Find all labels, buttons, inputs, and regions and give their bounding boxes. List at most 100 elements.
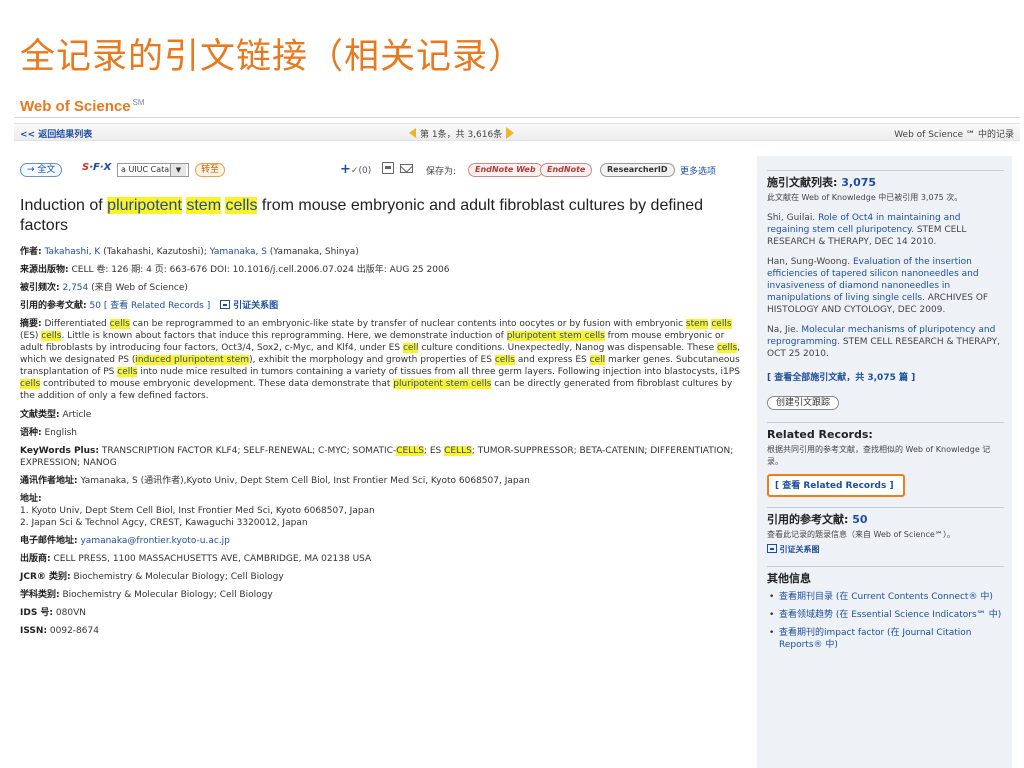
keyword-highlight: cells (716, 343, 738, 353)
field-label: JCR® 类别: (20, 572, 71, 582)
print-icon[interactable] (382, 162, 394, 174)
citation-map-icon[interactable] (767, 544, 777, 553)
keyword-highlight: pluripotent stem cells (506, 331, 605, 341)
endnote-button[interactable]: EndNote (540, 163, 593, 177)
record-pager: 第 1条，共 3,616条 (409, 127, 515, 140)
citing-item: Shi, Guilai. Role of Oct4 in maintaining… (767, 212, 1004, 248)
times-cited-link[interactable]: 2,754 (62, 283, 88, 293)
corresponding-address: Yamanaka, S (通讯作者),Kyoto Univ, Dept Stem… (77, 476, 530, 486)
field-label: 地址: (20, 494, 42, 504)
keyword-highlight: cells (41, 331, 62, 341)
citing-item: Na, Jie. Molecular mechanisms of pluripo… (767, 324, 1004, 360)
citing-author: Na, Jie. (767, 325, 802, 335)
view-related-records-button[interactable]: [ 查看 Related Records ] (767, 474, 905, 497)
citing-author: Han, Sung-Woong. (767, 257, 853, 267)
keyword-highlight: cell (402, 343, 419, 353)
field-label: 被引频次: (20, 283, 60, 293)
email-icon[interactable] (400, 164, 413, 173)
add-to-marked-list[interactable]: +✓(0) (340, 162, 371, 177)
view-all-citing-link[interactable]: [ 查看全部施引文献，共 3,075 篇 ] (767, 372, 1004, 384)
abstract-text: contributed to mouse embryonic developme… (40, 379, 394, 389)
language-value: English (41, 428, 77, 438)
address-line: 2. Japan Sci & Technol Agcy, CREST, Kawa… (20, 518, 308, 528)
keyword-highlight: cells (117, 367, 138, 377)
keyword-highlight: cells (109, 319, 130, 329)
title-highlight: stem (186, 197, 222, 214)
field-label: 来源出版物: (20, 265, 69, 275)
keywords-text: ; ES (423, 446, 445, 456)
publisher-value: CELL PRESS, 1100 MASSACHUSETTS AVE, CAMB… (50, 554, 372, 564)
list-item[interactable]: 查看期刊的impact factor (在 Journal Citation R… (769, 627, 1004, 651)
save-as-label: 保存为: (426, 167, 457, 177)
keyword-highlight: cells (20, 379, 41, 389)
list-item[interactable]: 查看期刊目录 (在 Current Contents Connect® 中) (769, 591, 1004, 603)
cited-refs-link[interactable]: 50 (89, 301, 100, 311)
author-link[interactable]: Takahashi, K (44, 247, 100, 257)
full-text-button[interactable]: → 全文 (20, 163, 63, 177)
next-record-icon[interactable] (506, 127, 515, 139)
times-cited-row: 被引频次: 2,754 (来自 Web of Science) (20, 282, 745, 294)
citing-count-link[interactable]: 3,075 (841, 176, 876, 189)
citing-item: Han, Sung-Woong. Evaluation of the inser… (767, 256, 1004, 316)
citation-map-icon[interactable] (220, 300, 231, 309)
cited-refs-row: 引用的参考文献: 50 [ 查看 Related Records ] 引证关系图 (20, 300, 745, 312)
article-title: Induction of pluripotent stem cells from… (20, 196, 745, 236)
abstract-text: (ES) (20, 331, 42, 341)
sidebar-divider (767, 507, 1004, 508)
email-row: 电子邮件地址: yamanaka@frontier.kyoto-u.ac.jp (20, 535, 745, 547)
plus-icon: + (340, 162, 351, 177)
doctype-row: 文献类型: Article (20, 409, 745, 421)
record-toolbar: → 全文 S·F·X a UIUC Catalog ▼ 转至 +✓(0) 保存为… (20, 162, 745, 180)
wos-logo[interactable]: Web of Science SM (20, 98, 145, 115)
field-label: 文献类型: (20, 410, 60, 420)
other-info-list: 查看期刊目录 (在 Current Contents Connect® 中) 查… (767, 591, 1004, 651)
abstract-text: and express ES (515, 355, 590, 365)
addresses-row: 地址: 1. Kyoto Univ, Dept Stem Cell Biol, I… (20, 493, 745, 529)
issn-value: 0092-8674 (47, 626, 99, 636)
cited-refs-count-link[interactable]: 50 (852, 513, 867, 526)
list-item[interactable]: 查看领域趋势 (在 Essential Science Indicators℠ … (769, 609, 1004, 621)
citation-map-link[interactable]: 引证关系图 (233, 301, 278, 311)
title-highlight: cells (225, 197, 258, 214)
abstract-text: ), exhibit the morphology and growth pro… (249, 355, 495, 365)
more-options-link[interactable]: 更多选项 (680, 164, 716, 177)
field-label: 引用的参考文献: (20, 301, 87, 311)
field-label: 出版商: (20, 554, 51, 564)
author-link[interactable]: Yamanaka, S (210, 247, 267, 257)
sfx-link[interactable]: S·F·X (82, 162, 111, 173)
create-citation-alert-button[interactable]: 创建引文跟踪 (767, 396, 840, 410)
endnote-web-button[interactable]: EndNote Web (468, 163, 543, 177)
researcherid-button[interactable]: ResearcherID (600, 163, 675, 177)
ids-value: 080VN (53, 608, 86, 618)
keyword-highlight: cell (589, 355, 606, 365)
field-label: KeyWords Plus: (20, 446, 99, 456)
keyword-highlight: stem (685, 319, 709, 329)
chevron-down-icon[interactable]: ▼ (170, 164, 186, 176)
citation-map-row: 引证关系图 (767, 544, 1004, 556)
related-records-link[interactable]: [ 查看 Related Records ] (104, 301, 210, 311)
cited-refs-summary: 查看此记录的题录信息（来自 Web of Science℠）。 (767, 530, 955, 539)
heading-text: 施引文献列表: (767, 176, 842, 189)
marked-count: (0) (358, 166, 372, 176)
citation-map-link[interactable]: 引证关系图 (780, 545, 820, 554)
field-label: 学科类别: (20, 590, 60, 600)
prev-record-icon[interactable] (409, 128, 416, 138)
field-label: 摘要: (20, 319, 42, 329)
abstract: 摘要: Differentiated cells can be reprogra… (20, 318, 745, 402)
authors-row: 作者: Takahashi, K (Takahashi, Kazutoshi);… (20, 246, 745, 258)
field-label: IDS 号: (20, 608, 54, 618)
back-to-results-link[interactable]: << 返回结果列表 (20, 127, 92, 140)
related-records-heading: Related Records: (767, 428, 873, 441)
author-fullname: (Takahashi, Kazutoshi); (100, 247, 210, 257)
subject-row: 学科类别: Biochemistry & Molecular Biology; … (20, 589, 745, 601)
email-link[interactable]: yamanaka@frontier.kyoto-u.ac.jp (80, 536, 229, 546)
source-row: 来源出版物: CELL 卷: 126 期: 4 页: 663-676 DOI: … (20, 264, 745, 276)
citing-articles-heading: 施引文献列表: 3,075 (767, 177, 1004, 189)
abstract-text: into nude mice resulted in tumors contai… (137, 367, 740, 377)
abstract-text: . Little is known about factors that ind… (61, 331, 507, 341)
other-info-heading: 其他信息 (767, 572, 811, 585)
record-source-label: Web of Science ℠ 中的记录 (894, 130, 1014, 140)
go-button[interactable]: 转至 (195, 163, 226, 177)
issn-row: ISSN: 0092-8674 (20, 625, 745, 637)
publisher-row: 出版商: CELL PRESS, 1100 MASSACHUSETTS AVE,… (20, 553, 745, 565)
